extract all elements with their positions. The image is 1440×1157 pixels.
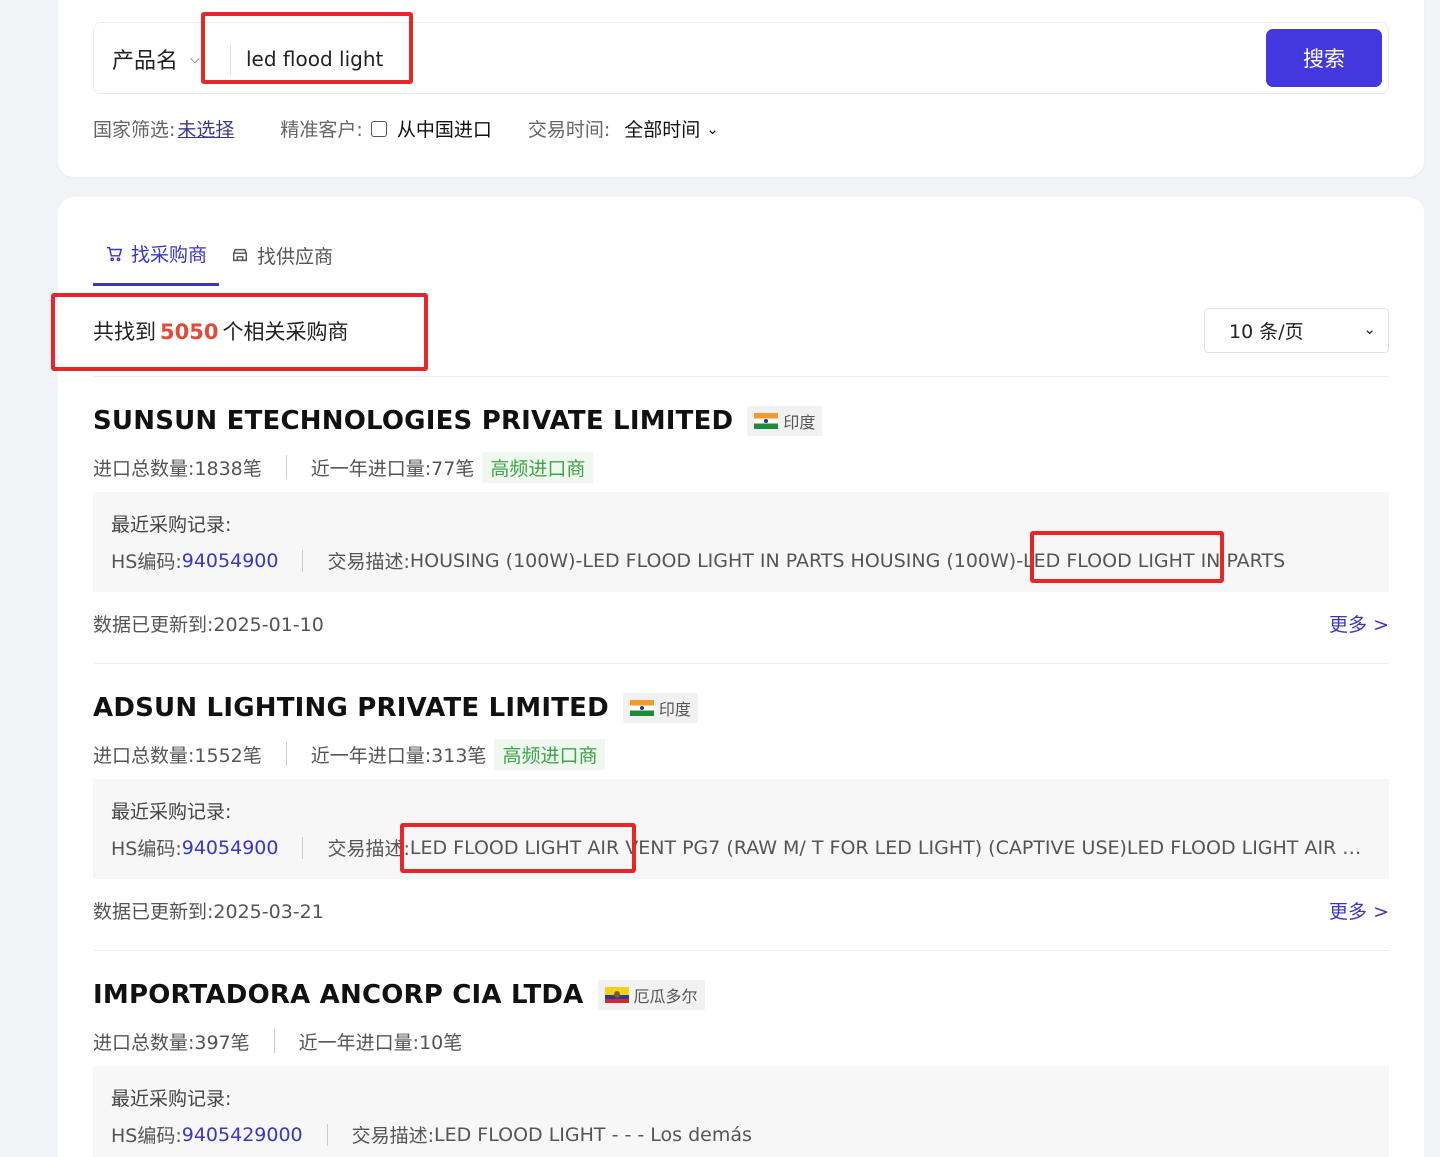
tab-find-suppliers[interactable]: 找供应商 [219, 240, 345, 286]
import-from-china-label[interactable]: 从中国进口 [397, 115, 492, 142]
recent-record-box: 最近采购记录: HS编码: 94054900 交易描述: LED FLOOD LIG… [93, 779, 1389, 879]
recent-record-box: 最近采购记录: HS编码: 9405429000 交易描述: LED FLOOD L… [93, 1066, 1389, 1157]
annotation-box-search-query [201, 12, 413, 84]
year-imports-value: 77笔 [431, 457, 475, 480]
divider [93, 663, 1389, 664]
chevron-down-icon: ⌄ [706, 119, 719, 138]
page-size-value: 10 条/页 [1229, 321, 1304, 343]
result-item: IMPORTADORA ANCORP CIA LTDA 厄瓜多尔 进口总数量: 3… [93, 978, 1389, 1157]
result-item: ADSUN LIGHTING PRIVATE LIMITED 印度 进口总数量:… [93, 693, 1389, 924]
year-imports-value: 10笔 [419, 1031, 463, 1054]
chevron-down-icon: ⌄ [1363, 320, 1376, 338]
tab-label: 找采购商 [131, 244, 208, 266]
updated-date: 2025-03-21 [213, 901, 324, 923]
year-imports-value: 313笔 [431, 744, 487, 767]
high-frequency-badge: 高频进口商 [482, 451, 594, 483]
search-field-type-select[interactable]: 产品名 ⌵ [112, 43, 200, 75]
trade-description: LED FLOOD LIGHT - - - Los demás [434, 1123, 752, 1146]
search-button[interactable]: 搜索 [1266, 29, 1382, 87]
cart-icon [106, 246, 123, 261]
company-name[interactable]: ADSUN LIGHTING PRIVATE LIMITED [93, 693, 609, 723]
chevron-down-icon: ⌵ [190, 51, 200, 67]
trade-time-label: 交易时间: [527, 119, 611, 141]
updated-date: 2025-01-10 [213, 614, 324, 636]
total-imports-value: 397笔 [194, 1031, 250, 1054]
filter-row: 国家筛选: 未选择 精准客户: 从中国进口 交易时间: 全部时间 ⌄ [93, 115, 719, 142]
annotation-box-result-count [51, 293, 428, 371]
precise-customer-label: 精准客户: [280, 119, 363, 141]
hs-code-link[interactable]: 94054900 [182, 550, 279, 572]
more-link[interactable]: 更多 > [1329, 897, 1389, 924]
high-frequency-badge: 高频进口商 [494, 738, 606, 770]
ecuador-flag-icon [604, 987, 629, 1003]
company-name[interactable]: SUNSUN ETECHNOLOGIES PRIVATE LIMITED [93, 406, 733, 436]
country-filter-select[interactable]: 未选择 [177, 115, 234, 142]
hs-code-link[interactable]: 94054900 [182, 837, 279, 859]
result-item: SUNSUN ETECHNOLOGIES PRIVATE LIMITED 印度 … [93, 406, 1389, 637]
import-from-china-checkbox[interactable] [370, 120, 387, 137]
tab-bar: 找采购商 找供应商 [93, 240, 345, 286]
divider [93, 376, 1389, 377]
hs-code-link[interactable]: 9405429000 [182, 1124, 303, 1146]
india-flag-icon [629, 700, 654, 716]
total-imports-value: 1838笔 [194, 457, 262, 480]
page-size-select[interactable]: 10 条/页 ⌄ [1204, 308, 1389, 353]
annotation-box-keyword-1 [1030, 531, 1224, 583]
more-link[interactable]: 更多 > [1329, 610, 1389, 637]
divider [93, 950, 1389, 951]
country-tag: 印度 [747, 406, 823, 436]
country-tag: 印度 [622, 693, 698, 723]
tab-label: 找供应商 [257, 245, 334, 268]
search-field-type-label: 产品名 [112, 49, 179, 74]
country-filter-label: 国家筛选: [93, 119, 176, 141]
tab-find-buyers[interactable]: 找采购商 [93, 240, 220, 286]
total-imports-value: 1552笔 [194, 744, 262, 767]
company-name[interactable]: IMPORTADORA ANCORP CIA LTDA [93, 980, 584, 1010]
store-icon [232, 248, 248, 262]
india-flag-icon [754, 413, 779, 429]
annotation-box-keyword-2 [400, 823, 636, 873]
country-tag: 厄瓜多尔 [597, 980, 705, 1010]
trade-time-value: 全部时间 [624, 119, 701, 141]
trade-time-select[interactable]: 全部时间 ⌄ [624, 115, 719, 142]
